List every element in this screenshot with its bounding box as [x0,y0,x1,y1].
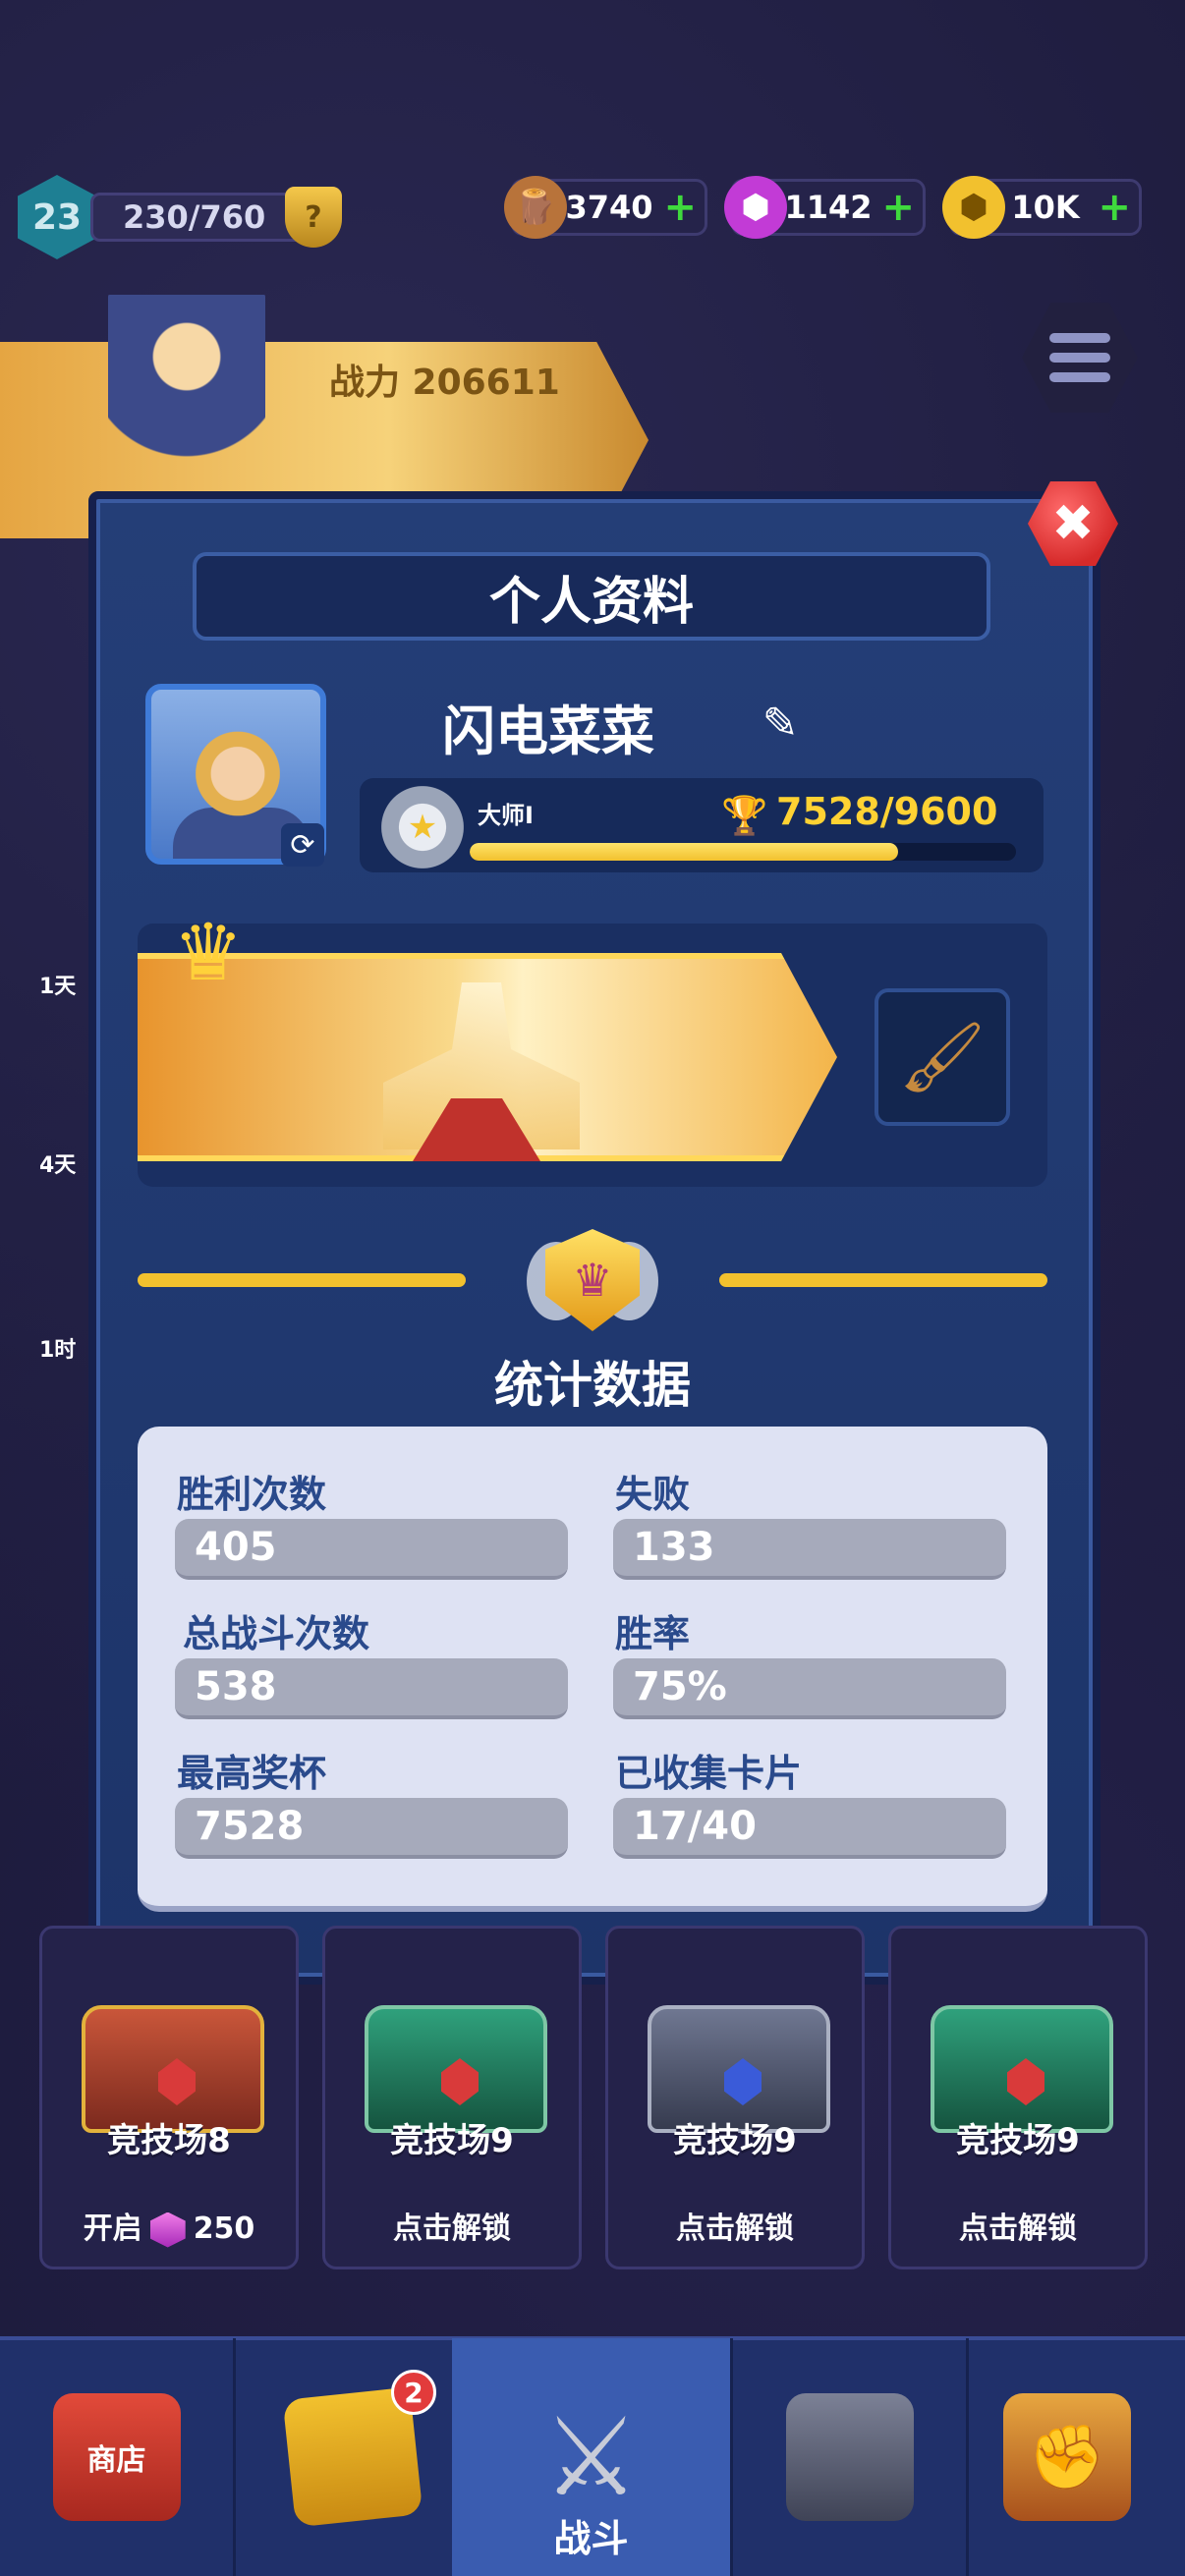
rank-shield-icon[interactable]: ? [285,187,342,248]
modal-title: 个人资料 [193,552,990,641]
crossed-swords-icon: ⚔ [542,2394,640,2520]
stat-label-wins: 胜利次数 [177,1473,327,1516]
wood-value: 3740 [565,189,653,226]
chest-arena-label: 竞技场8 [107,2121,231,2160]
power-label: 战力 206611 [329,363,560,403]
nav-clan[interactable]: ✊ [949,2338,1185,2576]
stat-label-cards-collected: 已收集卡片 [615,1752,803,1795]
edit-name-icon[interactable]: ✎ [753,696,808,751]
stat-value-wins: 405 [175,1519,568,1580]
gem-resource[interactable]: ⬢ 1142 + [724,176,926,239]
crown-emblem-icon: ♛ [519,1222,666,1338]
paintbrush-icon[interactable]: 🖌 [875,988,1010,1126]
tower-icon [785,2393,914,2521]
stat-value-cards-collected: 17/40 [613,1798,1006,1859]
divider-left [138,1273,466,1287]
player-name: 闪电菜菜 [442,700,654,762]
chest-slot[interactable]: 竞技场9 点击解锁 [888,1926,1148,2269]
coin-resource[interactable]: ⬢ 10K + [942,176,1142,239]
stats-title: 统计数据 [494,1357,691,1414]
nav-cards[interactable] [236,2338,472,2576]
purple-gem-icon: ⬢ [724,176,787,239]
trophy-progress-fill [470,843,898,861]
crown-icon: ♛ [173,907,244,998]
nav-tower[interactable] [733,2338,969,2576]
xp-value: 230/760 [123,198,266,236]
battle-label: 战斗 [553,2517,629,2560]
notification-badge: 2 [391,2370,436,2415]
shop-icon-label: 商店 [86,2443,146,2478]
stat-value-losses: 133 [613,1519,1006,1580]
stat-value-highest-trophies: 7528 [175,1798,568,1859]
stat-label-highest-trophies: 最高奖杯 [177,1752,327,1795]
rank-badge-icon: ★ [381,786,464,868]
open-cost: 250 [193,2212,255,2246]
open-chest-button[interactable]: 开启 250 [42,2204,296,2248]
trophy-icon: 🏆 [721,794,768,837]
stat-value-total-battles: 538 [175,1658,568,1719]
gold-coin-icon: ⬢ [942,176,1005,239]
coin-value: 10K [1011,189,1080,226]
chest-arena-label: 竞技场9 [390,2121,514,2160]
nav-shop[interactable]: 商店 [0,2338,236,2576]
chest-slot[interactable]: 竞技场8 开启 250 [39,1926,299,2269]
wood-resource[interactable]: 🪵 3740 + [504,176,707,239]
rank-name: 大师Ⅰ [478,802,534,829]
purple-gem-icon [149,2212,186,2248]
stat-label-total-battles: 总战斗次数 [183,1612,370,1655]
stat-label-losses: 失败 [615,1473,691,1516]
trophy-progress-bar [470,843,1016,861]
open-label: 开启 [83,2212,142,2246]
add-gems-icon[interactable]: + [881,185,915,230]
timer-label: 1天 [39,975,77,999]
unlock-chest-button[interactable]: 点击解锁 [891,2204,1145,2247]
unlock-chest-button[interactable]: 点击解锁 [325,2204,579,2247]
chest-arena-label: 竞技场9 [673,2121,797,2160]
chest-slot[interactable]: 竞技场9 点击解锁 [605,1926,865,2269]
wood-log-icon: 🪵 [504,176,567,239]
divider-right [719,1273,1047,1287]
fist-shield-icon: ✊ [1003,2393,1131,2521]
chest-slot[interactable]: 竞技场9 点击解锁 [322,1926,582,2269]
add-wood-icon[interactable]: + [663,185,697,230]
shop-icon: 商店 [52,2393,181,2521]
timer-label: 4天 [39,1153,77,1178]
add-coins-icon[interactable]: + [1098,185,1131,230]
swap-avatar-icon[interactable]: ⟳ [281,823,324,867]
stat-label-win-rate: 胜率 [615,1612,691,1655]
hero-character-image [108,295,265,501]
stat-value-win-rate: 75% [613,1658,1006,1719]
trophy-count: 7528/9600 [776,790,998,833]
chest-arena-label: 竞技场9 [956,2121,1080,2160]
level-value: 23 [31,196,83,238]
nav-battle[interactable]: ⚔ 战斗 [452,2338,733,2576]
unlock-chest-button[interactable]: 点击解锁 [608,2204,862,2247]
gem-value: 1142 [784,189,873,226]
